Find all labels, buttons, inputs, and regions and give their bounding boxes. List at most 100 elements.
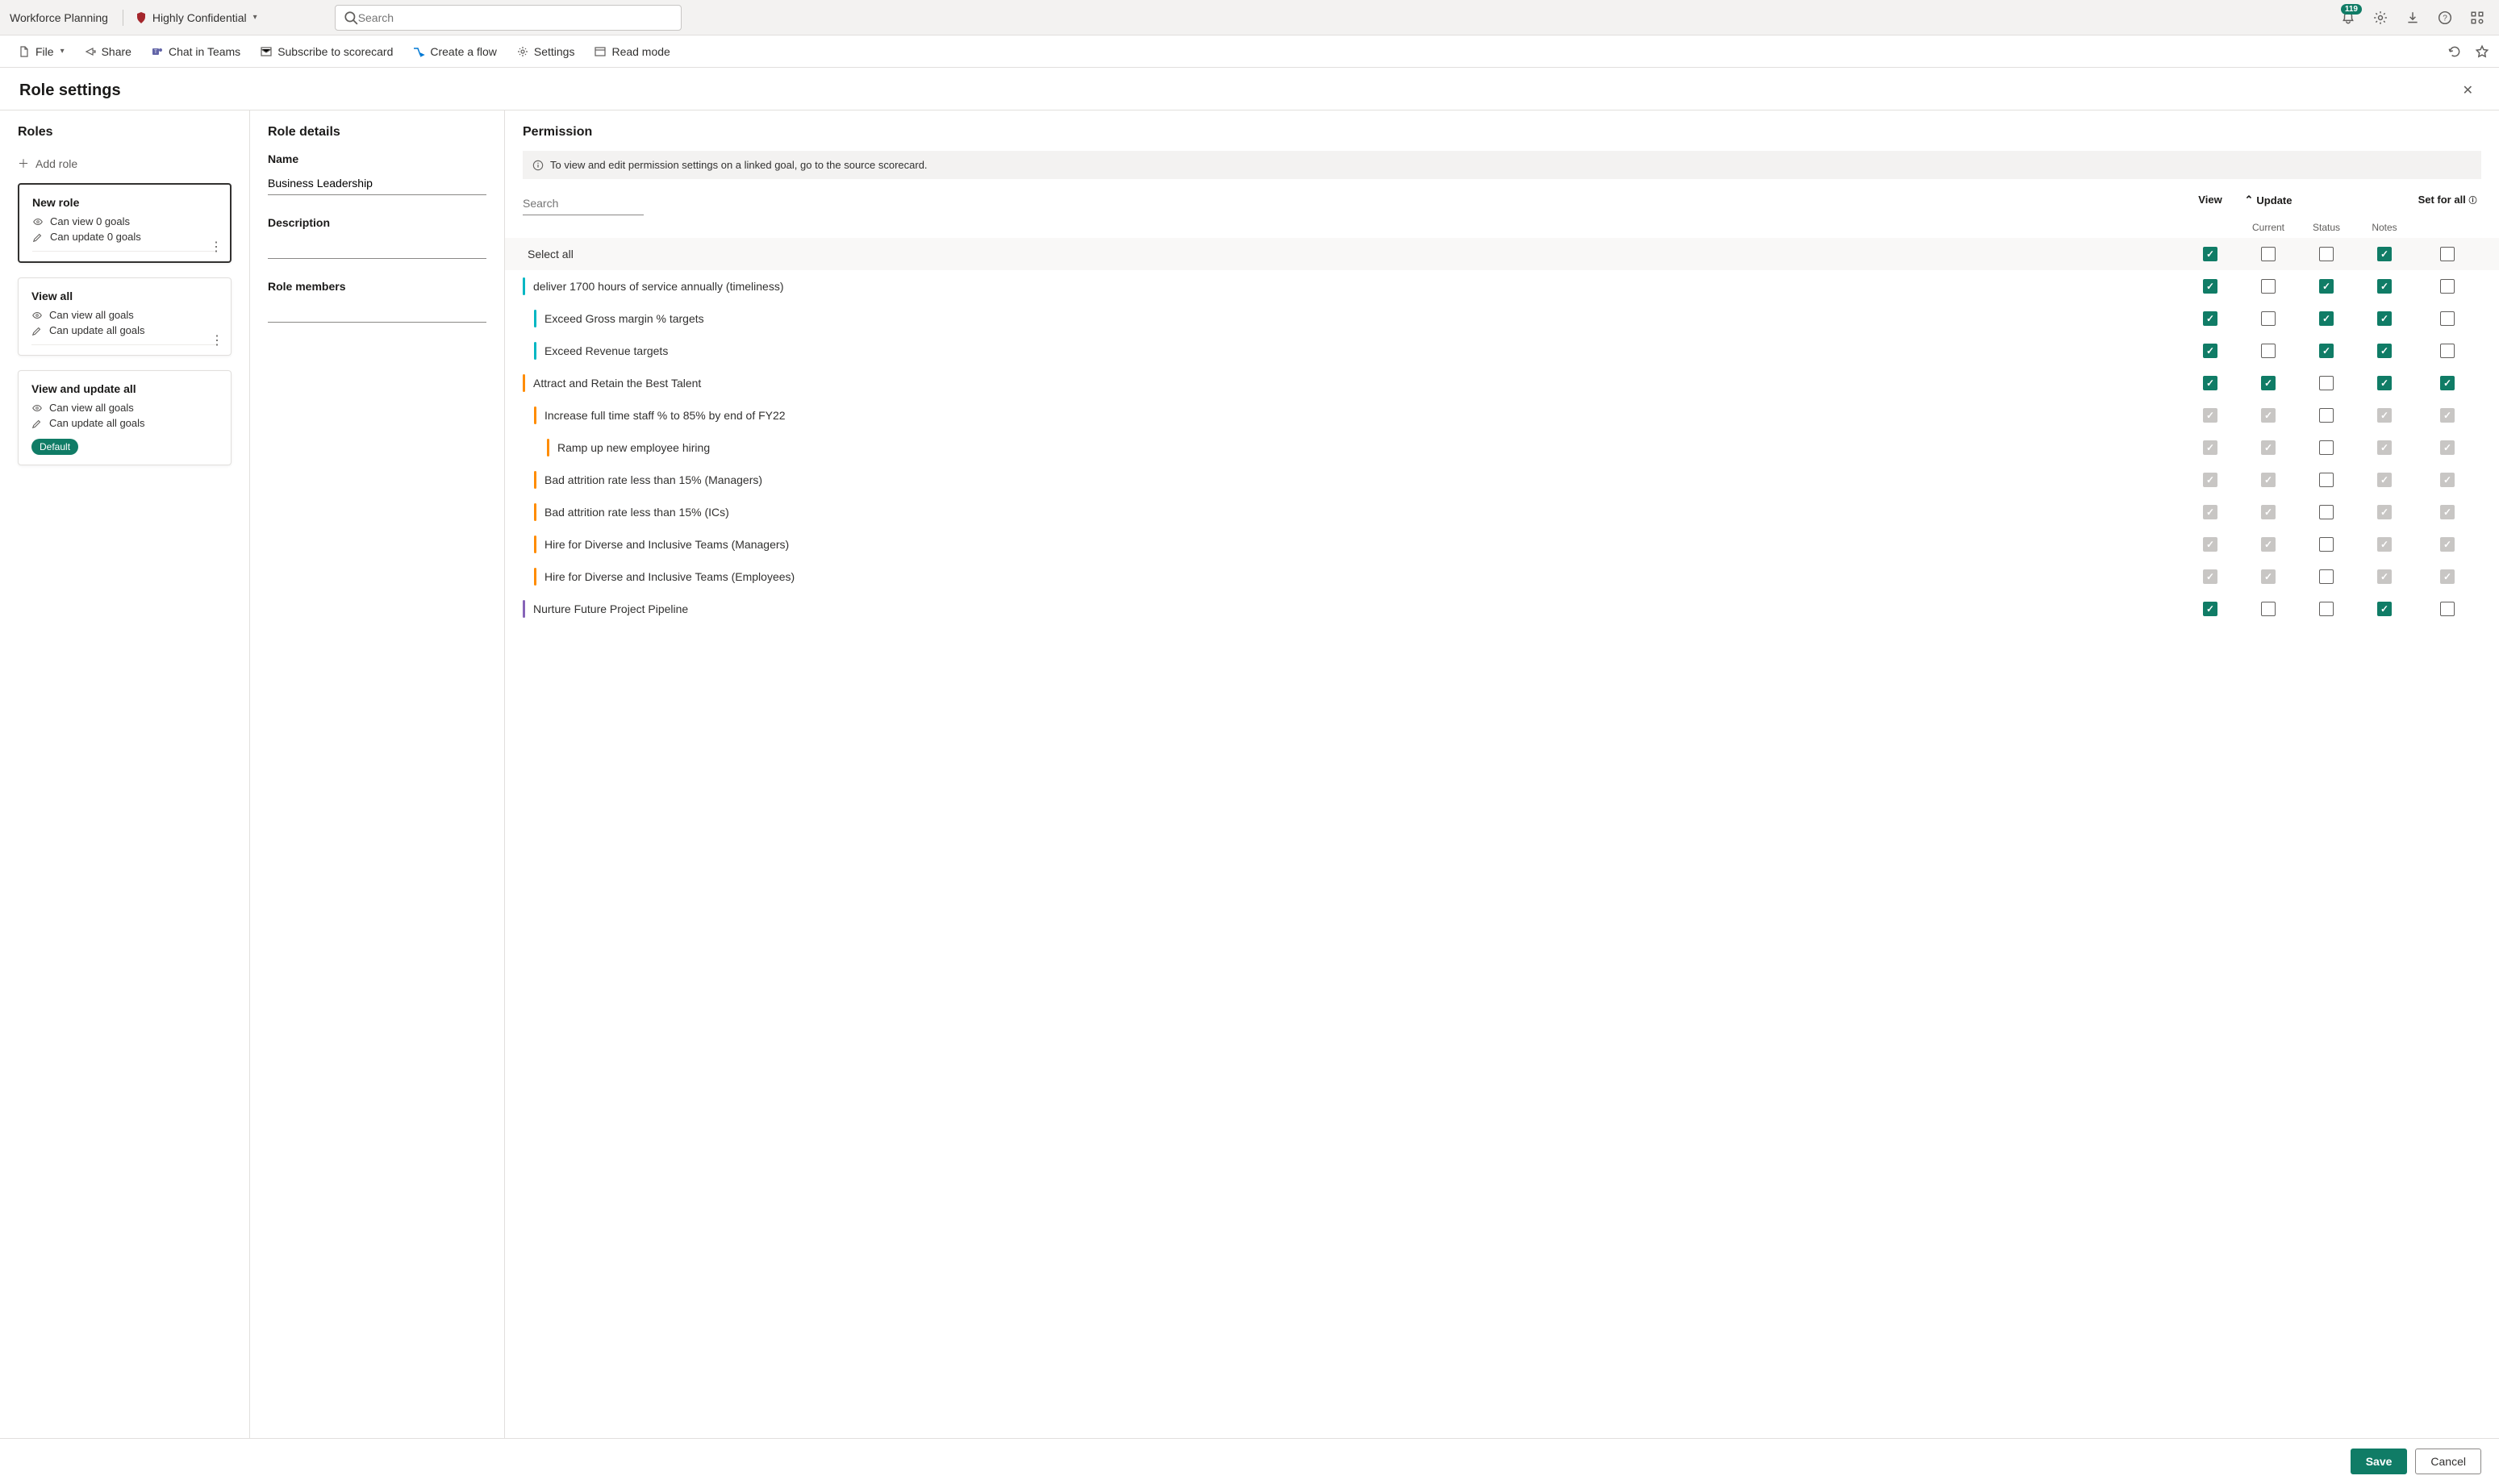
- checkbox[interactable]: [2319, 537, 2334, 552]
- col-header-setall[interactable]: Set for all ⓘ: [2413, 194, 2481, 206]
- gear-icon[interactable]: [2373, 10, 2388, 25]
- permission-panel: Permission To view and edit permission s…: [505, 110, 2499, 1438]
- edit-icon: [31, 325, 43, 336]
- checkbox[interactable]: [2440, 376, 2455, 390]
- chevron-down-icon: ▾: [253, 13, 257, 22]
- checkbox[interactable]: [2261, 279, 2276, 294]
- checkbox: [2440, 473, 2455, 487]
- info-icon: ⓘ: [2468, 197, 2476, 206]
- checkbox[interactable]: [2377, 247, 2392, 261]
- goal-label: Nurture Future Project Pipeline: [533, 602, 2181, 615]
- role-card[interactable]: View and update all Can view all goals C…: [18, 370, 232, 465]
- save-button[interactable]: Save: [2351, 1449, 2408, 1474]
- checkbox: [2440, 440, 2455, 455]
- permission-row: Exceed Revenue targets: [505, 335, 2499, 367]
- role-name-input[interactable]: [268, 172, 486, 195]
- select-all-label: Select all: [523, 248, 2181, 261]
- file-menu[interactable]: File ▾: [10, 42, 73, 61]
- role-members-input[interactable]: [268, 299, 486, 323]
- checkbox[interactable]: [2319, 505, 2334, 519]
- checkbox[interactable]: [2203, 279, 2217, 294]
- checkbox[interactable]: [2440, 279, 2455, 294]
- checkbox[interactable]: [2319, 247, 2334, 261]
- checkbox: [2440, 505, 2455, 519]
- checkbox[interactable]: [2261, 376, 2276, 390]
- checkbox[interactable]: [2319, 602, 2334, 616]
- chat-teams-button[interactable]: T Chat in Teams: [143, 42, 248, 61]
- checkbox[interactable]: [2319, 473, 2334, 487]
- goal-color-bar: [534, 406, 536, 424]
- checkbox[interactable]: [2261, 311, 2276, 326]
- permission-row: Bad attrition rate less than 15% (ICs): [505, 496, 2499, 528]
- checkbox[interactable]: [2319, 440, 2334, 455]
- subscribe-button[interactable]: Subscribe to scorecard: [252, 42, 401, 61]
- checkbox[interactable]: [2203, 247, 2217, 261]
- role-card[interactable]: New role Can view 0 goals Can update 0 g…: [18, 183, 232, 263]
- share-button[interactable]: Share: [76, 42, 140, 61]
- checkbox[interactable]: [2203, 344, 2217, 358]
- col-header-status: Status: [2297, 222, 2355, 233]
- checkbox[interactable]: [2377, 279, 2392, 294]
- permission-search-input[interactable]: [523, 194, 644, 215]
- checkbox[interactable]: [2377, 602, 2392, 616]
- goal-label: Increase full time staff % to 85% by end…: [544, 409, 2181, 422]
- shield-icon: [135, 11, 148, 24]
- goal-label: Exceed Gross margin % targets: [544, 312, 2181, 325]
- checkbox[interactable]: [2261, 247, 2276, 261]
- checkbox[interactable]: [2261, 602, 2276, 616]
- svg-text:T: T: [154, 50, 157, 55]
- star-icon[interactable]: [2475, 44, 2489, 59]
- col-header-current: Current: [2239, 222, 2297, 233]
- goal-label: Hire for Diverse and Inclusive Teams (Ma…: [544, 538, 2181, 551]
- checkbox: [2261, 537, 2276, 552]
- checkbox[interactable]: [2203, 602, 2217, 616]
- global-search[interactable]: [335, 5, 682, 31]
- page-title: Role settings: [19, 81, 121, 100]
- checkbox[interactable]: [2319, 569, 2334, 584]
- footer: Save Cancel: [0, 1438, 2499, 1484]
- checkbox[interactable]: [2319, 311, 2334, 326]
- close-button[interactable]: ✕: [2456, 79, 2480, 102]
- apps-icon[interactable]: [2470, 10, 2484, 25]
- toolbar: File ▾ Share T Chat in Teams Subscribe t…: [0, 35, 2499, 68]
- checkbox[interactable]: [2319, 408, 2334, 423]
- notifications-button[interactable]: 119: [2341, 10, 2355, 25]
- teams-icon: T: [151, 45, 164, 58]
- checkbox[interactable]: [2440, 602, 2455, 616]
- help-icon[interactable]: ?: [2438, 10, 2452, 25]
- role-description-input[interactable]: [268, 236, 486, 259]
- goal-color-bar: [523, 600, 525, 618]
- sensitivity-selector[interactable]: Highly Confidential ▾: [130, 10, 262, 26]
- checkbox[interactable]: [2377, 344, 2392, 358]
- checkbox[interactable]: [2440, 247, 2455, 261]
- role-card-name: New role: [32, 196, 217, 209]
- role-card-menu[interactable]: ⋮: [210, 239, 222, 255]
- role-card[interactable]: View all Can view all goals Can update a…: [18, 277, 232, 356]
- search-input[interactable]: [358, 11, 673, 24]
- checkbox[interactable]: [2319, 376, 2334, 390]
- checkbox[interactable]: [2440, 344, 2455, 358]
- checkbox[interactable]: [2319, 279, 2334, 294]
- checkbox[interactable]: [2377, 376, 2392, 390]
- role-card-menu[interactable]: ⋮: [211, 332, 223, 348]
- create-flow-button[interactable]: Create a flow: [404, 42, 504, 61]
- col-header-update[interactable]: ⌃ Update: [2239, 194, 2297, 206]
- col-header-view[interactable]: View: [2181, 194, 2239, 206]
- goal-color-bar: [534, 310, 536, 327]
- cancel-button[interactable]: Cancel: [2415, 1449, 2481, 1474]
- add-role-button[interactable]: ＋ Add role: [18, 151, 232, 183]
- settings-button[interactable]: Settings: [508, 42, 583, 61]
- checkbox[interactable]: [2203, 376, 2217, 390]
- read-mode-button[interactable]: Read mode: [586, 42, 678, 61]
- download-icon[interactable]: [2405, 10, 2420, 25]
- goal-label: deliver 1700 hours of service annually (…: [533, 280, 2181, 293]
- checkbox[interactable]: [2440, 311, 2455, 326]
- checkbox[interactable]: [2377, 311, 2392, 326]
- checkbox[interactable]: [2261, 344, 2276, 358]
- refresh-icon[interactable]: [2447, 44, 2462, 59]
- checkbox[interactable]: [2319, 344, 2334, 358]
- checkbox[interactable]: [2203, 311, 2217, 326]
- select-all-row: Select all: [505, 238, 2499, 270]
- role-details-panel: Role details Name Description Role membe…: [250, 110, 505, 1438]
- permission-row: Attract and Retain the Best Talent: [505, 367, 2499, 399]
